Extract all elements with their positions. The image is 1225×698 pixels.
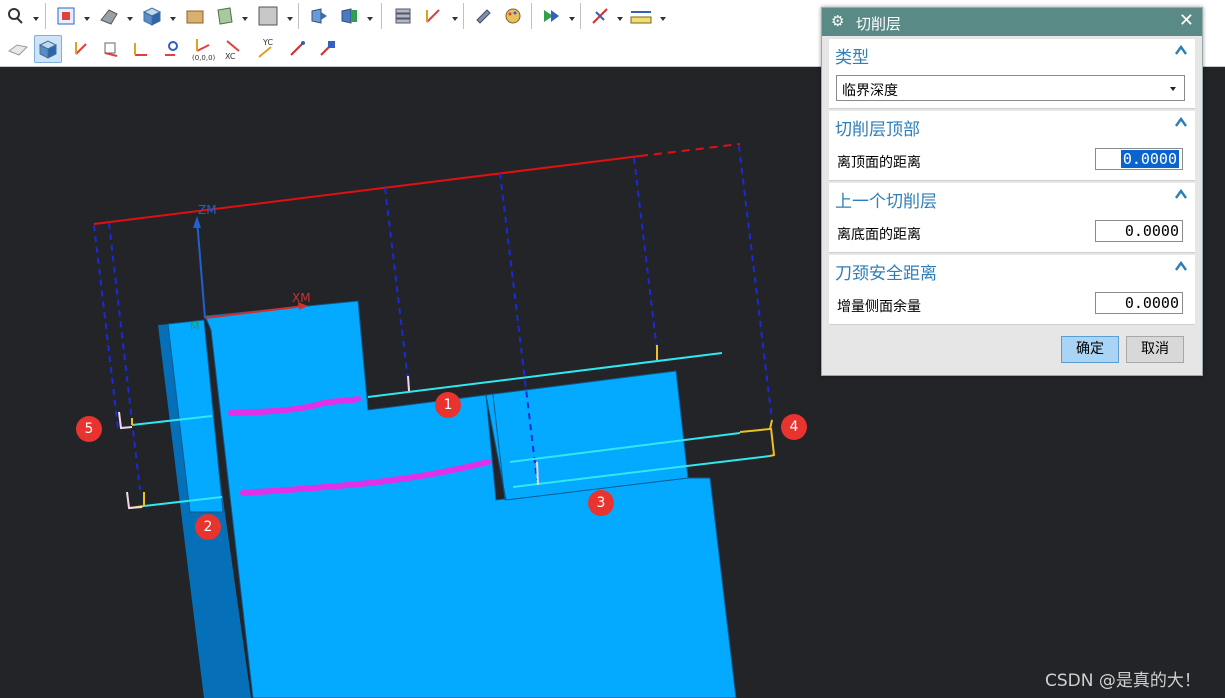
xm-label: XM (292, 291, 311, 305)
type-section-header[interactable]: 类型 (835, 43, 869, 68)
top-distance-value: 0.0000 (1120, 150, 1179, 168)
top-section-header[interactable]: 切削层顶部 (835, 115, 920, 140)
side-stock-value: 0.0000 (1124, 294, 1179, 312)
badge-2: 2 (195, 514, 221, 540)
side-stock-input[interactable]: 0.0000 (1095, 292, 1183, 314)
collapse-icon[interactable] (1175, 44, 1187, 56)
close-icon[interactable]: ✕ (1179, 10, 1194, 31)
part-step-face (485, 370, 689, 501)
previous-level-section: 上一个切削层 离底面的距离 0.0000 (829, 183, 1195, 253)
collapse-icon[interactable] (1175, 116, 1187, 128)
cancel-button[interactable]: 取消 (1126, 336, 1184, 363)
chevron-down-icon (1170, 87, 1176, 91)
previous-level-header[interactable]: 上一个切削层 (835, 187, 937, 212)
dialog-title-bar[interactable]: ⚙ 切削层 ✕ (822, 8, 1202, 36)
top-level-line (93, 155, 641, 225)
badge-4: 4 (781, 414, 807, 440)
dialog-title: 切削层 (856, 15, 902, 33)
bottom-distance-label: 离底面的距离 (837, 227, 921, 243)
zm-label: ZM (198, 203, 217, 217)
zm-axis (196, 219, 206, 319)
bottom-distance-value: 0.0000 (1124, 222, 1179, 240)
ok-button[interactable]: 确定 (1061, 336, 1119, 363)
cut-levels-dialog: ⚙ 切削层 ✕ 类型 临界深度 切削层顶部 离顶面的距离 0.0000 上一个切… (821, 7, 1203, 376)
top-distance-input[interactable]: 0.0000 (1095, 148, 1183, 170)
type-select[interactable]: 临界深度 (836, 75, 1185, 101)
gear-icon: ⚙ (831, 12, 845, 30)
type-section: 类型 临界深度 (829, 39, 1195, 109)
top-section: 切削层顶部 离顶面的距离 0.0000 (829, 111, 1195, 181)
collapse-icon[interactable] (1175, 260, 1187, 272)
collapse-icon[interactable] (1175, 188, 1187, 200)
watermark: CSDN @是真的大！ (1045, 671, 1201, 691)
badge-1: 1 (435, 392, 461, 418)
neck-clearance-header[interactable]: 刀颈安全距离 (835, 259, 937, 284)
type-select-value: 临界深度 (842, 83, 898, 99)
bottom-distance-input[interactable]: 0.0000 (1095, 220, 1183, 242)
badge-5: 5 (76, 416, 102, 442)
badge-3: 3 (588, 490, 614, 516)
neck-clearance-section: 刀颈安全距离 增量侧面余量 0.0000 (829, 255, 1195, 325)
side-stock-label: 增量侧面余量 (837, 299, 921, 315)
top-distance-label: 离顶面的距离 (837, 155, 921, 171)
m-label: M (190, 320, 200, 333)
top-level-dashed (639, 143, 741, 157)
